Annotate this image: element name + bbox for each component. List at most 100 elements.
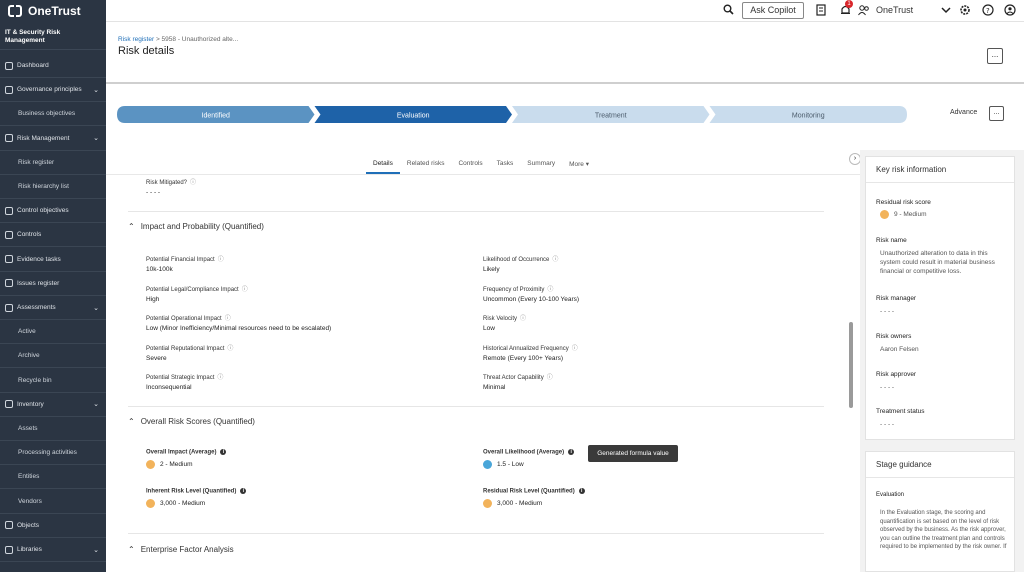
info-icon[interactable]: i (220, 449, 227, 455)
risk-owners-label: Risk owners (876, 333, 912, 340)
stage-guidance-card: Stage guidance Evaluation In the Evaluat… (865, 451, 1015, 572)
search-icon[interactable] (721, 4, 735, 18)
sidebar-item-objects[interactable]: Objects (0, 514, 106, 538)
ask-copilot-button[interactable]: Ask Copilot (742, 2, 804, 19)
org-name[interactable]: OneTrust (876, 5, 913, 15)
tab-tasks[interactable]: Tasks (490, 156, 521, 174)
sidebar-subitem-recycle-bin[interactable]: Recycle bin (0, 369, 106, 393)
sidebar-item-label: Issues register (17, 279, 60, 287)
nav-item-icon (5, 134, 13, 143)
app-root: { "topbar": { "brand": "OneTrust", "ask_… (0, 0, 1024, 572)
sidebar-item-label: Active (18, 328, 36, 336)
impact-section-title: Impact and Probability (Quantified) (140, 222, 264, 231)
help-circle-icon[interactable]: ⓘ (242, 287, 248, 293)
field-label: Frequency of Proximity ⓘ (483, 284, 579, 293)
content-scrollbar-thumb[interactable] (849, 322, 853, 408)
sidebar-item-label: Assets (18, 425, 38, 432)
risk-mitigated-value: - - - - (146, 189, 161, 196)
info-icon[interactable]: i (568, 449, 575, 455)
treatment-status-label: Treatment status (876, 408, 925, 415)
score-field-inherent-risk-level-quantified: Inherent Risk Level (Quantified) i 3,000 -… (146, 488, 247, 508)
sidebar-subitem-archive[interactable]: Archive (0, 344, 106, 369)
help-circle-icon[interactable]: ⓘ (572, 346, 578, 352)
field-label: Risk Velocity ⓘ (483, 313, 526, 322)
impact-field-risk-velocity: Risk Velocity ⓘ Low (483, 313, 526, 332)
user-icon[interactable] (1003, 4, 1017, 18)
field-label-text: Frequency of Proximity (483, 286, 545, 293)
tab-controls[interactable]: Controls (451, 156, 489, 174)
chevron-down-icon: ⌄ (93, 135, 99, 143)
sidebar-item-label: Vendors (18, 497, 42, 505)
impact-field-likelihood-of-occurrence: Likelihood of Occurrence ⓘ Likely (483, 254, 558, 273)
sidebar-subitem-entities[interactable]: Entities (0, 465, 106, 490)
sidebar-item-label: Evidence tasks (17, 255, 61, 263)
detail-tabs: Details Related risks Controls Tasks Summary… (366, 156, 596, 174)
nav-item-icon (5, 521, 13, 530)
risk-level-dot (146, 498, 155, 508)
top-bar: OneTrust Ask Copilot 1 OneTrust ? (0, 0, 1024, 22)
help-circle-icon[interactable]: ⓘ (547, 287, 553, 293)
sidebar-item-evidence-tasks[interactable]: Evidence tasks (0, 248, 106, 272)
risk-owners-value[interactable]: Aaron Felsen (880, 345, 919, 354)
tab-details[interactable]: Details (366, 156, 400, 174)
tab-more[interactable]: More ▾ (562, 156, 596, 174)
breadcrumb-risk-register[interactable]: Risk register (118, 36, 154, 43)
field-label: Potential Strategic Impact ⓘ (146, 372, 223, 381)
sidebar-item-assessments[interactable]: Assessments ⌄ (0, 296, 106, 320)
user-switch-icon[interactable] (857, 4, 871, 18)
sidebar-item-label: Processing activities (18, 449, 77, 457)
chevron-down-icon: ⌄ (93, 304, 99, 312)
tab-related-risks[interactable]: Related risks (400, 156, 452, 174)
info-icon[interactable]: i (578, 488, 585, 494)
help-circle-icon[interactable]: ⓘ (190, 180, 196, 186)
gear-icon[interactable] (958, 4, 972, 18)
sidebar-subitem-assets[interactable]: Assets (0, 417, 106, 441)
chevron-up-icon: ⌃ (128, 222, 135, 231)
sidebar-subitem-processing-activities[interactable]: Processing activities (0, 441, 106, 466)
sidebar-item-issues-register[interactable]: Issues register (0, 272, 106, 296)
sidebar-subitem-risk-hierarchy-list[interactable]: Risk hierarchy list (0, 175, 106, 199)
sidebar-item-controls[interactable]: Controls (0, 223, 106, 248)
onetrust-logo[interactable]: OneTrust (0, 0, 106, 22)
sidebar-subitem-vendors[interactable]: Vendors (0, 490, 106, 514)
tab-summary[interactable]: Summary (520, 156, 562, 174)
risk-mitigated-label: Risk Mitigated? (146, 180, 188, 186)
page-more-button[interactable]: ... (987, 48, 1003, 64)
risk-approver-value: - - - - (880, 384, 895, 391)
enterprise-section-header[interactable]: ⌃ Enterprise Factor Analysis (128, 545, 234, 554)
field-label: Historical Annualized Frequency ⓘ (483, 343, 578, 352)
help-circle-icon[interactable]: ⓘ (227, 346, 233, 352)
sidebar-item-control-objectives[interactable]: Control objectives (0, 199, 106, 224)
sidebar-item-dashboard[interactable]: Dashboard (0, 54, 106, 78)
risk-level-dot (483, 459, 492, 469)
stage-guidance-title: Stage guidance (866, 452, 1014, 478)
info-icon[interactable]: i (240, 488, 247, 494)
sidebar-subitem-business-objectives[interactable]: Business objectives (0, 102, 106, 127)
help-circle-icon[interactable]: ⓘ (225, 316, 231, 322)
sidebar-item-libraries[interactable]: Libraries ⌄ (0, 538, 106, 562)
help-circle-icon[interactable]: ⓘ (218, 257, 224, 263)
sidebar-subitem-risk-register[interactable]: Risk register (0, 151, 106, 175)
help-icon[interactable]: ? (981, 4, 995, 18)
document-icon[interactable] (814, 4, 828, 18)
sidebar-item-governance-principles[interactable]: Governance principles ⌄ (0, 78, 106, 103)
help-circle-icon[interactable]: ⓘ (547, 375, 553, 381)
help-circle-icon[interactable]: ⓘ (217, 375, 223, 381)
key-risk-card: Key risk information Residual risk score… (865, 156, 1015, 440)
score-label: Overall Impact (Average) i (146, 449, 227, 456)
sidebar-item-risk-management[interactable]: Risk Management ⌄ (0, 127, 106, 151)
help-circle-icon[interactable]: ⓘ (520, 316, 526, 322)
sidebar-item-inventory[interactable]: Inventory ⌄ (0, 393, 106, 417)
scores-section-header[interactable]: ⌃ Overall Risk Scores (Quantified) (128, 417, 255, 426)
impact-section-header[interactable]: ⌃ Impact and Probability (Quantified) (128, 222, 264, 231)
sidebar-subitem-active[interactable]: Active (0, 320, 106, 345)
advance-button[interactable]: Advance (950, 109, 977, 116)
scores-section-title: Overall Risk Scores (Quantified) (140, 417, 255, 426)
stage-more-button[interactable]: ... (989, 106, 1004, 121)
field-value: Severe (146, 354, 167, 362)
chevron-down-icon[interactable] (939, 4, 953, 18)
impact-field-potential-operational-impact: Potential Operational Impact ⓘ Low (Minor … (146, 313, 331, 332)
help-circle-icon[interactable]: ⓘ (552, 257, 558, 263)
sidebar-item-label: Recycle bin (18, 376, 52, 384)
sidebar-item-label: Archive (18, 352, 40, 360)
